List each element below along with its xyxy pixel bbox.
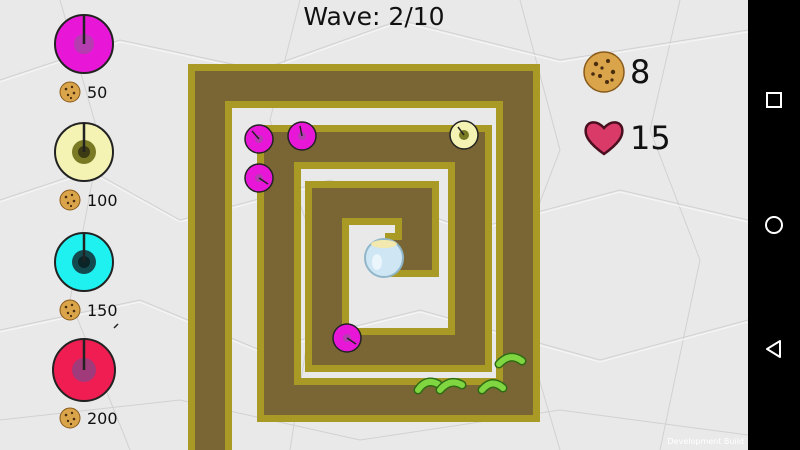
heart-icon	[584, 121, 624, 156]
tower-yellow-icon	[54, 122, 114, 182]
shop-tower-magenta[interactable]: 50	[50, 12, 128, 104]
price-label: 50	[87, 82, 108, 102]
tower-red-icon	[52, 338, 116, 402]
back-button[interactable]	[748, 323, 800, 375]
triangle-back-icon	[766, 340, 781, 358]
game-viewport[interactable]: Wave: 2/10 50 100 150 200 8 15 Developme…	[0, 0, 748, 450]
development-build-label: Development Build	[667, 437, 744, 446]
price-row: 150	[59, 298, 118, 322]
cookie-icon	[59, 189, 81, 211]
placed-tower-magenta[interactable]	[244, 163, 274, 193]
cookie-count: 8	[630, 53, 651, 91]
shop-tower-yellow[interactable]: 100	[50, 120, 128, 216]
placed-tower-yellow[interactable]	[449, 120, 479, 150]
square-icon	[766, 92, 782, 108]
placed-tower-magenta[interactable]	[287, 121, 317, 151]
cookie-icon	[583, 51, 625, 93]
home-button[interactable]	[748, 199, 800, 251]
android-nav-bar	[748, 0, 800, 450]
price-row: 50	[59, 80, 107, 104]
price-row: 100	[59, 188, 118, 212]
goal-orb	[364, 238, 404, 278]
tower-cyan-icon	[54, 232, 114, 292]
shop-tower-cyan[interactable]: 150	[50, 230, 128, 326]
placed-tower-magenta[interactable]	[332, 323, 362, 353]
recents-button[interactable]	[748, 74, 800, 126]
lives-count: 15	[630, 119, 671, 157]
price-row: 200	[59, 406, 118, 430]
cookie-icon	[59, 407, 81, 429]
shop-tower-red[interactable]: 200	[50, 336, 128, 436]
cookie-icon	[59, 81, 81, 103]
circle-icon	[765, 216, 783, 234]
cookie-counter: 8	[582, 50, 650, 94]
price-label: 200	[87, 408, 118, 428]
cookie-icon	[59, 299, 81, 321]
lives-counter: 15	[582, 116, 671, 160]
tower-magenta-icon	[54, 14, 114, 74]
price-label: 100	[87, 190, 118, 210]
price-label: 150	[87, 300, 118, 320]
placed-tower-magenta[interactable]	[244, 124, 274, 154]
